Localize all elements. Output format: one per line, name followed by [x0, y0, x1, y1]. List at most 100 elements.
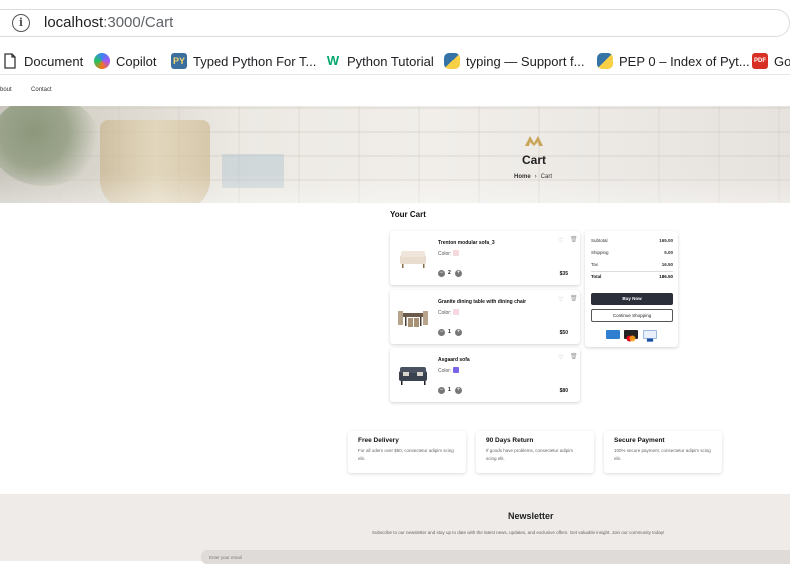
bookmark-label: Copilot [116, 53, 157, 69]
order-summary: Subtotal 165.00 Shipping 5.00 Tax 16.50 … [585, 231, 678, 347]
feature-description: If goods have problems, consectetur adip… [486, 448, 574, 461]
quantity-value: 2 [448, 270, 451, 276]
breadcrumb-current: Cart [540, 174, 553, 180]
summary-row-shipping: Shipping 5.00 [591, 250, 673, 255]
delete-trash-icon[interactable]: 🗑 [570, 295, 578, 302]
pdf-icon: PDF [752, 53, 768, 69]
w3-icon: W [326, 53, 340, 68]
bookmark-label: Typed Python For T... [193, 53, 317, 69]
wishlist-heart-icon[interactable]: ♡ [558, 296, 563, 303]
url-host: localhost [44, 14, 104, 31]
bookmark-label: Python Tutorial [347, 53, 434, 69]
quantity-increase-button[interactable]: + [455, 329, 462, 336]
quantity-decrease-button[interactable]: − [438, 329, 445, 336]
summary-label: Shipping [591, 250, 609, 255]
browser-address-bar-area: i localhost:3000/Cart [0, 0, 790, 45]
amex-icon [606, 330, 620, 339]
feature-description: 100% secure payment, consectetur adipim … [614, 448, 711, 461]
item-price: $80 [559, 388, 568, 394]
feature-title: 90 Days Return [486, 437, 534, 444]
summary-row-subtotal: Subtotal 165.00 [591, 238, 673, 243]
quantity-increase-button[interactable]: + [455, 387, 462, 394]
nav-link-contact[interactable]: Contact [31, 87, 52, 93]
continue-shopping-button[interactable]: Continue Shopping [591, 309, 673, 322]
site-navbar [0, 76, 790, 106]
bookmark-label: Document [24, 53, 84, 69]
breadcrumb-home[interactable]: Home [514, 174, 531, 180]
feature-free-delivery: Free Delivery For all oders over $50, co… [348, 431, 466, 473]
buy-now-button[interactable]: Buy Now [591, 293, 673, 305]
feature-secure-payment: Secure Payment 100% secure payment, cons… [604, 431, 722, 473]
breadcrumb: Home › Cart [514, 174, 552, 180]
delete-trash-icon[interactable]: 🗑 [570, 353, 578, 360]
bookmark-python-tutorial[interactable]: W Python Tutorial [325, 51, 434, 71]
brand-logo-icon [525, 136, 543, 146]
bookmark-document[interactable]: Document [2, 51, 83, 71]
quantity-decrease-button[interactable]: − [438, 270, 445, 277]
quantity-value: 1 [448, 387, 451, 393]
bookmark-typed-python[interactable]: PY Typed Python For T... [171, 51, 316, 71]
bookmark-typing[interactable]: typing — Support f... [444, 51, 585, 71]
page-title: Cart [521, 153, 546, 167]
card-icon [643, 330, 657, 342]
newsletter-email-input[interactable] [201, 550, 790, 564]
product-name: Asgaard sofa [438, 357, 470, 363]
summary-value: 186.50 [659, 274, 673, 279]
bookmark-label: PEP 0 – Index of Pyt... [619, 53, 750, 69]
hero-fade [0, 173, 790, 203]
bookmark-pdf[interactable]: PDF Go [752, 51, 790, 71]
bookmark-label: typing — Support f... [466, 53, 585, 69]
summary-value: 165.00 [659, 238, 673, 243]
document-icon [4, 53, 16, 69]
bookmark-label: Go [774, 53, 790, 69]
bookmarks-bar: Document Copilot PY Typed Python For T..… [0, 45, 790, 75]
newsletter-title: Newsletter [508, 511, 554, 521]
summary-row-tax: Tax 16.50 [591, 262, 673, 267]
product-image-asgaard-sofa [399, 367, 427, 385]
summary-value: 16.50 [661, 262, 673, 267]
quantity-increase-button[interactable]: + [455, 270, 462, 277]
color-label: Color: [438, 310, 452, 316]
url-text[interactable]: localhost:3000/Cart [44, 14, 173, 31]
python-icon [444, 53, 460, 69]
product-name: Trenton modular sofa_3 [438, 240, 495, 246]
summary-label: Total [591, 274, 602, 279]
feature-returns: 90 Days Return If goods have problems, c… [476, 431, 594, 473]
mastercard-icon [624, 330, 638, 342]
copilot-icon [94, 53, 110, 69]
cart-item: Asgaard sofa Color: ♡ 🗑 − 1 + $80 [390, 348, 580, 402]
wishlist-heart-icon[interactable]: ♡ [558, 354, 563, 361]
quantity-value: 1 [448, 329, 451, 335]
summary-value: 5.00 [664, 250, 673, 255]
cart-item: Granite dining table with dining chair C… [390, 290, 580, 344]
breadcrumb-separator-icon: › [534, 174, 537, 180]
feature-title: Free Delivery [358, 437, 399, 444]
quantity-decrease-button[interactable]: − [438, 387, 445, 394]
product-image-dining-table [398, 311, 428, 327]
item-price: $35 [559, 271, 568, 277]
feature-title: Secure Payment [614, 437, 665, 444]
color-swatch [453, 250, 459, 256]
nav-link-about[interactable]: bout [0, 87, 12, 93]
feature-description: For all oders over $50, consectetur adip… [358, 448, 454, 461]
item-price: $50 [559, 330, 568, 336]
product-name: Granite dining table with dining chair [438, 299, 527, 305]
url-path: :3000/Cart [103, 14, 174, 31]
cart-heading: Your Cart [390, 210, 426, 219]
color-label: Color: [438, 251, 452, 257]
summary-label: Subtotal [591, 238, 608, 243]
wishlist-heart-icon[interactable]: ♡ [558, 237, 563, 244]
site-info-icon[interactable]: i [12, 14, 30, 32]
product-image-sofa [400, 251, 426, 268]
summary-label: Tax [591, 262, 599, 267]
bookmark-pep0[interactable]: PEP 0 – Index of Pyt... [597, 51, 750, 71]
py-icon: PY [171, 53, 187, 69]
bookmark-copilot[interactable]: Copilot [94, 51, 156, 71]
color-swatch [453, 367, 459, 373]
python-icon [597, 53, 613, 69]
delete-trash-icon[interactable]: 🗑 [570, 236, 578, 243]
summary-row-total: Total 186.50 [591, 271, 673, 279]
cart-item: Trenton modular sofa_3 Color: ♡ 🗑 − 2 + … [390, 231, 580, 285]
color-label: Color: [438, 368, 452, 374]
newsletter-subtitle: Subscribe to our newsletter and stay up … [372, 530, 665, 535]
